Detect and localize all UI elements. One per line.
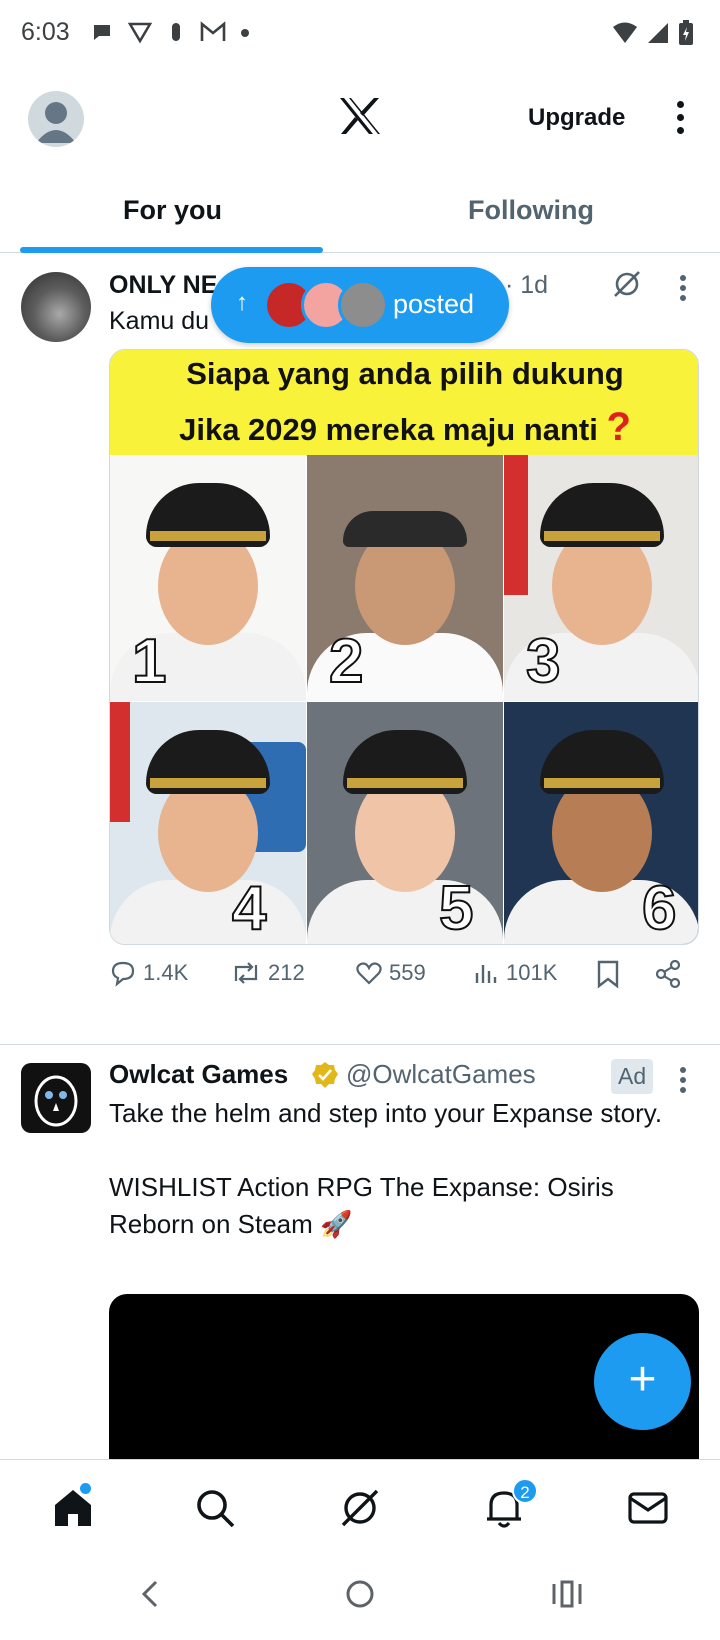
dot-icon xyxy=(241,29,249,37)
repost-count: 212 xyxy=(268,960,305,985)
tweet-actions: 1.4K 212 559 101K xyxy=(0,946,720,1006)
author-handle[interactable]: @OwlcatGames xyxy=(346,1059,536,1090)
views-count: 101K xyxy=(506,960,558,985)
system-navigation-bar xyxy=(0,1554,720,1640)
back-icon[interactable] xyxy=(138,1576,162,1612)
messages-icon[interactable] xyxy=(625,1485,671,1531)
tweet-text: Take the helm and step into your Expanse… xyxy=(109,1098,663,1239)
profile-avatar-button[interactable] xyxy=(28,91,84,147)
author-avatar[interactable] xyxy=(21,1063,91,1133)
timeline-tabs: For you Following xyxy=(0,175,720,253)
tweet-more-icon[interactable] xyxy=(678,1067,688,1097)
photo-number: 3 xyxy=(525,626,562,697)
notifications-badge: 2 xyxy=(512,1478,538,1504)
photo-cell-4: 4 xyxy=(110,702,306,944)
plus-icon: + xyxy=(628,1353,657,1406)
repost-icon xyxy=(234,962,258,984)
home-circle-icon[interactable] xyxy=(344,1576,376,1612)
share-icon[interactable] xyxy=(654,959,682,989)
photo-number: 6 xyxy=(641,873,678,944)
reply-icon xyxy=(111,961,135,987)
photo-number: 5 xyxy=(438,873,475,944)
ad-label: Ad xyxy=(611,1059,654,1094)
like-button[interactable]: 559 xyxy=(355,959,426,987)
tab-following[interactable]: Following xyxy=(468,195,594,226)
status-time: 6:03 xyxy=(21,18,70,46)
photo-number: 2 xyxy=(328,626,365,697)
vpn-icon xyxy=(128,22,152,44)
like-count: 559 xyxy=(389,960,426,985)
more-options-icon[interactable] xyxy=(670,98,690,138)
reply-count: 1.4K xyxy=(143,960,189,985)
pill-avatar-3 xyxy=(338,280,388,330)
tweet-more-icon[interactable] xyxy=(678,275,688,305)
photo-cell-3: 3 xyxy=(504,455,698,701)
notification-icons xyxy=(90,20,250,44)
gmail-icon xyxy=(200,21,226,41)
upgrade-button[interactable]: Upgrade xyxy=(528,104,625,132)
hand-icon xyxy=(172,23,180,41)
verified-badge-icon xyxy=(312,1062,338,1088)
photo-number: 1 xyxy=(131,626,168,697)
battery-icon xyxy=(679,20,693,45)
views-button[interactable]: 101K xyxy=(474,959,557,987)
reply-button[interactable]: 1.4K xyxy=(109,959,188,987)
top-app-bar: Upgrade xyxy=(0,70,720,175)
status-right-icons xyxy=(612,20,694,46)
photo-cell-1: 1 xyxy=(110,455,306,701)
grok-icon[interactable] xyxy=(337,1485,383,1531)
image-banner: Siapa yang anda pilih dukung Jika 2029 m… xyxy=(110,350,698,456)
author-name[interactable]: Owlcat Games xyxy=(109,1059,288,1090)
owl-logo-icon xyxy=(34,1075,78,1127)
photo-number: 4 xyxy=(231,873,268,944)
chat-bubble-icon xyxy=(94,25,110,40)
new-posts-pill[interactable]: ↑ posted xyxy=(211,267,509,343)
author-name[interactable]: ONLY NE xyxy=(109,271,217,300)
tweet[interactable]: ONLY NE · 1d Kamu du Siapa yang anda pil… xyxy=(0,253,720,1045)
compose-post-button[interactable]: + xyxy=(594,1333,691,1430)
recents-icon[interactable] xyxy=(550,1576,584,1612)
views-icon xyxy=(475,965,497,983)
post-time: · 1d xyxy=(505,271,549,299)
author-avatar[interactable] xyxy=(21,272,91,342)
heart-icon xyxy=(356,962,382,985)
tweet-image[interactable]: Siapa yang anda pilih dukung Jika 2029 m… xyxy=(109,349,699,945)
arrow-up-icon: ↑ xyxy=(236,289,248,316)
search-icon[interactable] xyxy=(192,1485,238,1531)
photo-cell-6: 6 xyxy=(504,702,698,944)
image-text-line2: Jika 2029 mereka maju nanti ? xyxy=(179,405,631,449)
signal-icon xyxy=(648,23,668,43)
bottom-navigation: 2 xyxy=(0,1459,720,1554)
tab-for-you[interactable]: For you xyxy=(123,195,222,226)
default-avatar-icon xyxy=(36,102,76,143)
wifi-icon xyxy=(613,22,637,43)
posted-label: posted xyxy=(393,289,475,319)
home-unread-dot xyxy=(80,1483,91,1494)
bookmark-icon[interactable] xyxy=(595,959,621,989)
repost-button[interactable]: 212 xyxy=(230,959,305,987)
status-bar: 6:03 xyxy=(0,0,720,70)
image-text-line1: Siapa yang anda pilih dukung xyxy=(186,356,624,391)
photo-cell-2: 2 xyxy=(307,455,503,701)
x-logo-icon[interactable] xyxy=(338,96,382,136)
grok-icon[interactable] xyxy=(612,269,642,299)
photo-cell-5: 5 xyxy=(307,702,503,944)
tweet-text: Kamu du xyxy=(109,307,210,335)
